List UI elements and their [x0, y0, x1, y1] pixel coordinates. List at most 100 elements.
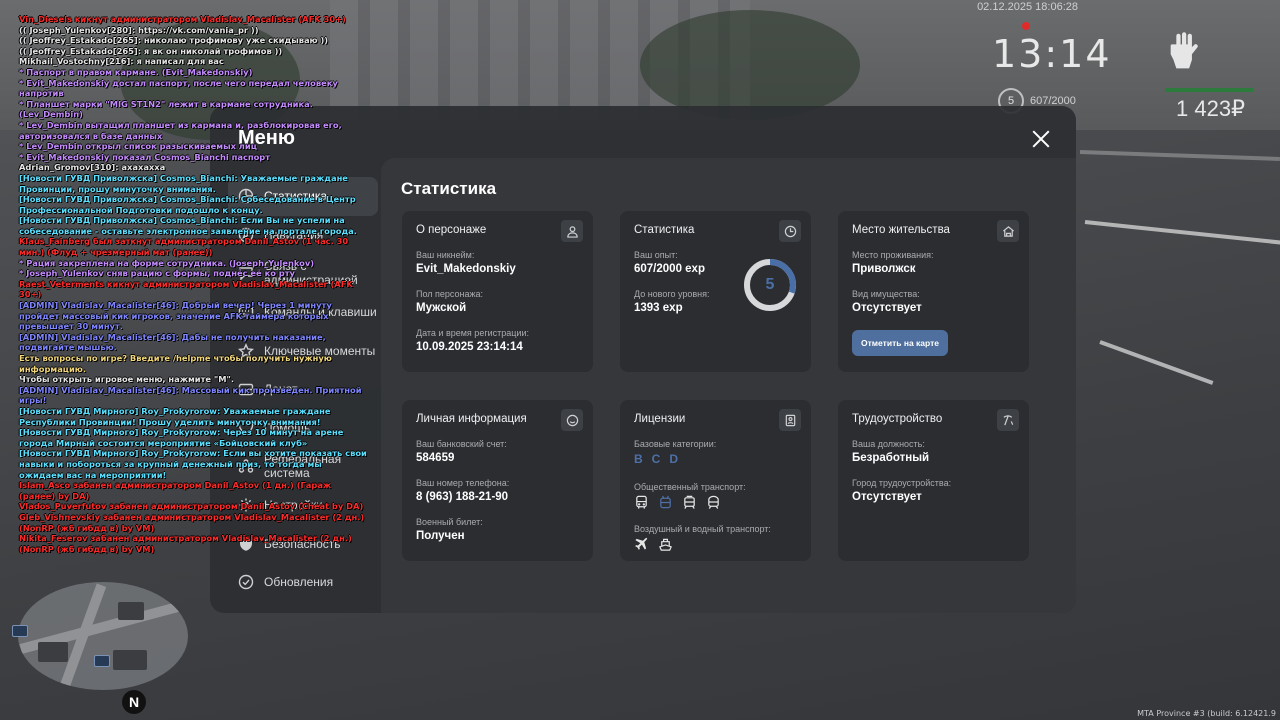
- minimap-building: [118, 602, 144, 620]
- position-value: Безработный: [852, 452, 930, 464]
- mark-on-map-button[interactable]: Отметить на карте: [852, 330, 948, 356]
- chat-line: Adrian_Gromov[310]: ахахахха: [19, 162, 166, 173]
- public-transport-icons: [634, 495, 797, 510]
- nick-value: Evit_Makedonskiy: [416, 263, 516, 275]
- trolleybus-icon: [658, 495, 673, 510]
- chat-line: Nikita_Feserov забанен администратором V…: [19, 533, 352, 554]
- check-circle-icon: [238, 574, 254, 590]
- hud-money: 1 423₽: [1176, 96, 1246, 121]
- air-water-icons: [634, 537, 797, 552]
- category-b: B: [634, 452, 643, 466]
- minimap-car-icon: [94, 655, 110, 667]
- plane-icon: [634, 537, 649, 552]
- boat-icon: [658, 537, 673, 552]
- character-card: О персонаже Ваш никнейм: Evit_Makedonski…: [402, 211, 593, 372]
- phone-value: 8 (963) 188-21-90: [416, 491, 509, 503]
- chat-line: [Новости ГУВД Мирного] Roy_Prokyrorow: Е…: [19, 448, 367, 480]
- employment-card: Трудоустройство Ваша должность: Безработ…: [838, 400, 1029, 561]
- place-label: Место проживания:: [852, 250, 934, 260]
- smile-icon: [561, 409, 583, 431]
- nav-item-updates[interactable]: Обновления: [228, 563, 378, 602]
- content-title: Статистика: [401, 179, 497, 198]
- nick-label: Ваш никнейм:: [416, 250, 475, 260]
- tram-icon: [682, 495, 697, 510]
- card-title: Личная информация: [416, 413, 527, 425]
- property-value: Отсутствует: [852, 302, 922, 314]
- chat-line: * Evit_Makedonskiy достал паспорт, после…: [19, 77, 338, 99]
- nav-label: Обновления: [264, 575, 334, 590]
- tree: [640, 10, 860, 120]
- chat-line: [Новости ГУВД Мирного] Roy_Prokyrorow: У…: [19, 405, 331, 427]
- chat-line: * Lev_Dembin открыл список разыскиваемых…: [19, 141, 257, 152]
- chat-log: Vin_Diesels кикнут администратором Vladi…: [19, 14, 369, 554]
- city-value: Отсутствует: [852, 491, 922, 503]
- user-icon: [561, 220, 583, 242]
- card-title: Статистика: [634, 224, 695, 236]
- place-value: Приволжск: [852, 263, 916, 275]
- chat-line: (( Jeoffrey_Estakado[265]: я вк он никол…: [19, 45, 283, 56]
- metro-icon: [706, 495, 721, 510]
- chat-line: [Новости ГУВД Приволжска] Cosmos_Bianchi…: [19, 172, 348, 194]
- license-categories: B C D: [634, 452, 797, 466]
- chat-line: Gleb_Vishnevskiy забанен администратором…: [19, 511, 365, 533]
- chat-line: * Evit_Makedonskiy показал Cosmos_Bianch…: [19, 151, 271, 162]
- stats-card: Статистика Ваш опыт: 607/2000 exp До нов…: [620, 211, 811, 372]
- chat-line: [ADMIN] Vladislav_Macalister[46]: Добрый…: [19, 300, 332, 332]
- bank-label: Ваш банковский счет:: [416, 439, 507, 449]
- hud-marker: [1022, 22, 1030, 30]
- chat-line: Mikhail_Vostochny[216]: я написал для ва…: [19, 56, 224, 67]
- chat-line: (( Joseph_Yulenkov[280]: https://vk.com/…: [19, 24, 259, 35]
- hud-clock: 13:14: [992, 32, 1112, 76]
- card-title: О персонаже: [416, 224, 487, 236]
- chat-line: * Паспорт в правом кармане. (Evit_Makedo…: [19, 66, 253, 77]
- content-area: Статистика О персонаже Ваш никнейм: Evit…: [381, 158, 1076, 613]
- north-icon: N: [122, 690, 146, 714]
- level-value: 5: [765, 276, 775, 293]
- military-label: Военный билет:: [416, 517, 483, 527]
- property-label: Вид имущества:: [852, 289, 920, 299]
- gender-value: Мужской: [416, 302, 467, 314]
- chat-line: Klaus_Fainberg был заткнут администратор…: [19, 236, 349, 258]
- residence-card: Место жительства Место проживания: Приво…: [838, 211, 1029, 372]
- chat-line: [Новости ГУВД Приволжска] Cosmos_Bianchi…: [19, 215, 357, 236]
- bus-icon: [634, 495, 649, 510]
- fist-icon: [1165, 30, 1199, 70]
- chat-line: [ADMIN] Vladislav_Macalister[46]: Дабы н…: [19, 331, 326, 353]
- chat-line: [ADMIN] Vladislav_Macalister[46]: Массов…: [19, 384, 362, 406]
- health-bar: [1165, 88, 1253, 92]
- chat-line: * Рация закреплена на форме сотрудника. …: [19, 257, 315, 268]
- reg-value: 10.09.2025 23:14:14: [416, 341, 523, 353]
- category-c: C: [651, 452, 661, 466]
- close-button[interactable]: [1028, 126, 1054, 152]
- build-watermark: MTA Province #3 (build: 6.12421.9: [1137, 709, 1276, 718]
- reg-label: Дата и время регистрации:: [416, 328, 529, 338]
- category-d: D: [669, 452, 679, 466]
- personal-card: Личная информация Ваш банковский счет: 5…: [402, 400, 593, 561]
- bank-value: 584659: [416, 452, 455, 464]
- chat-line: Raest_Veterments кикнут администратором …: [19, 278, 353, 300]
- gender-label: Пол персонажа:: [416, 289, 484, 299]
- chat-line: Vlados_Puverfutov забанен администраторо…: [19, 501, 364, 512]
- phone-label: Ваш номер телефона:: [416, 478, 510, 488]
- chat-line: Чтобы открыть игровое меню, нажмите "M".: [19, 374, 234, 385]
- military-value: Получен: [416, 530, 465, 542]
- chat-line: (( Jeoffrey_Estakado[265]: николаю трофи…: [19, 35, 329, 46]
- chat-line: [Новости ГУВД Мирного] Roy_Prokyrorow: Ч…: [19, 427, 344, 448]
- card-title: Место жительства: [852, 224, 950, 236]
- chat-line: * Lev_Dembin вытащил планшет из кармана …: [19, 119, 342, 141]
- card-title: Трудоустройство: [852, 413, 943, 425]
- minimap: [18, 582, 188, 690]
- licenses-card: Лицензии Базовые категории: B C D Общест…: [620, 400, 811, 561]
- city-label: Город трудоустройства:: [852, 478, 952, 488]
- chat-line: Vin_Diesels кикнут администратором Vladi…: [19, 14, 346, 24]
- hud-datetime: 02.12.2025 18:06:28: [977, 1, 1078, 13]
- air-water-label: Воздушный и водный транспорт:: [634, 524, 771, 534]
- chat-line: Islam_Asco забанен администратором Danil…: [19, 480, 332, 501]
- minimap-building: [38, 642, 68, 662]
- pickaxe-icon: [997, 409, 1019, 431]
- minimap-car-icon: [12, 625, 28, 637]
- card-title: Лицензии: [634, 413, 686, 425]
- house-icon: [997, 220, 1019, 242]
- position-label: Ваша должность:: [852, 439, 925, 449]
- chat-line: * Планшет марки "MIG ST1N2" лежит в карм…: [19, 98, 313, 120]
